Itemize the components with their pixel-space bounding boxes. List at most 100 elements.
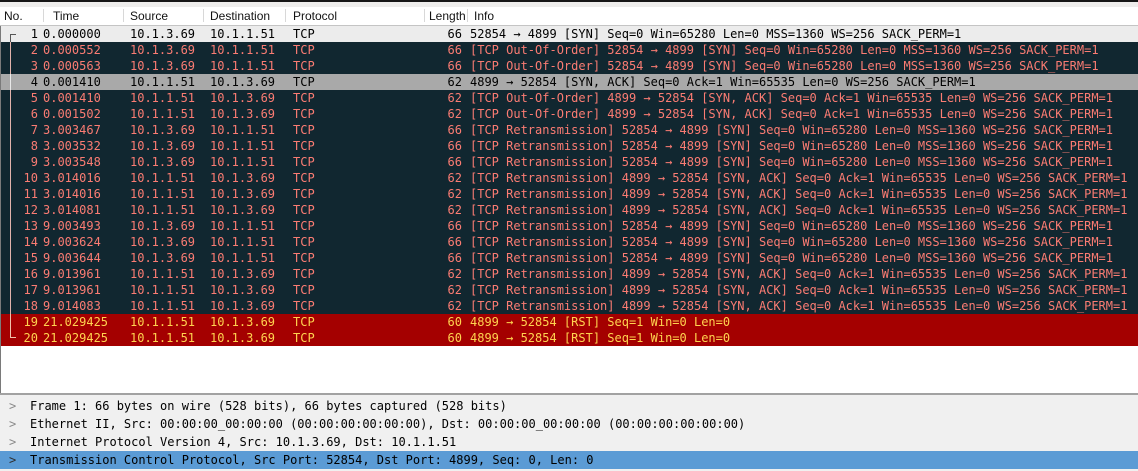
cell-no: 12 [23, 203, 38, 217]
cell-protocol: TCP [293, 91, 315, 105]
packet-list: 1 0.000000 10.1.3.69 10.1.1.51 TCP 66 52854 → … [0, 26, 1138, 346]
packet-row-5[interactable]: 5 0.001410 10.1.1.51 10.1.3.69 TCP 62 [TCP Out… [1, 90, 1138, 106]
cell-time: 9.014083 [43, 299, 101, 313]
cell-time: 3.003467 [43, 123, 101, 137]
packet-row-7[interactable]: 7 3.003467 10.1.3.69 10.1.1.51 TCP 66 [TCP Ret… [1, 122, 1138, 138]
cell-time: 0.000552 [43, 43, 101, 57]
cell-length: 66 [447, 219, 462, 233]
cell-destination: 10.1.3.69 [210, 331, 276, 345]
column-separator[interactable] [43, 9, 44, 22]
cell-source: 10.1.1.51 [130, 267, 196, 281]
packet-row-9[interactable]: 9 3.003548 10.1.3.69 10.1.1.51 TCP 66 [TCP Ret… [1, 154, 1138, 170]
cell-length: 66 [447, 27, 462, 41]
conversation-bracket [1, 234, 14, 250]
packet-row-18[interactable]: 18 9.014083 10.1.1.51 10.1.3.69 TCP 62 [TCP Re… [1, 298, 1138, 314]
packet-row-10[interactable]: 10 3.014016 10.1.1.51 10.1.3.69 TCP 62 [TCP Re… [1, 170, 1138, 186]
cell-no: 11 [23, 187, 38, 201]
cell-protocol: TCP [293, 123, 315, 137]
column-header-protocol[interactable]: Protocol [293, 9, 337, 23]
packet-row-17[interactable]: 17 9.013961 10.1.1.51 10.1.3.69 TCP 62 [TCP Re… [1, 282, 1138, 298]
cell-info: [TCP Retransmission] 52854 → 4899 [SYN] … [470, 251, 1113, 265]
cell-source: 10.1.3.69 [130, 43, 196, 57]
cell-destination: 10.1.3.69 [210, 315, 276, 329]
detail-tree-row[interactable]: > Transmission Control Protocol, Src Port… [0, 451, 1138, 469]
cell-time: 9.003493 [43, 219, 101, 233]
detail-tree-row[interactable]: > Frame 1: 66 bytes on wire (528 bits), 6… [0, 397, 1138, 415]
expand-chevron-icon[interactable]: > [0, 451, 23, 469]
column-separator[interactable] [285, 9, 286, 22]
packet-row-3[interactable]: 3 0.000563 10.1.3.69 10.1.1.51 TCP 66 [TCP Out… [1, 58, 1138, 74]
conversation-bracket [1, 282, 14, 298]
expand-chevron-icon[interactable]: > [0, 415, 23, 433]
cell-source: 10.1.1.51 [130, 107, 196, 121]
cell-length: 62 [447, 283, 462, 297]
cell-time: 3.014016 [43, 187, 101, 201]
packet-row-14[interactable]: 14 9.003624 10.1.3.69 10.1.1.51 TCP 66 [TCP Re… [1, 234, 1138, 250]
conversation-bracket [1, 202, 14, 218]
packet-row-4[interactable]: 4 0.001410 10.1.1.51 10.1.3.69 TCP 62 4899 → 5… [1, 74, 1138, 90]
cell-source: 10.1.1.51 [130, 91, 196, 105]
cell-destination: 10.1.1.51 [210, 59, 276, 73]
cell-no: 13 [23, 219, 38, 233]
expand-chevron-icon[interactable]: > [0, 397, 23, 415]
conversation-bracket [1, 122, 14, 138]
cell-protocol: TCP [293, 203, 315, 217]
cell-protocol: TCP [293, 251, 315, 265]
column-header-destination[interactable]: Destination [210, 9, 270, 23]
detail-tree-row[interactable]: > Internet Protocol Version 4, Src: 10.1.… [0, 433, 1138, 451]
column-separator[interactable] [203, 9, 204, 22]
column-header-length[interactable]: Length [429, 9, 466, 23]
cell-protocol: TCP [293, 75, 315, 89]
cell-length: 62 [447, 91, 462, 105]
cell-destination: 10.1.1.51 [210, 139, 276, 153]
cell-no: 5 [30, 91, 38, 105]
packet-row-2[interactable]: 2 0.000552 10.1.3.69 10.1.1.51 TCP 66 [TCP Out… [1, 42, 1138, 58]
cell-source: 10.1.3.69 [130, 59, 196, 73]
conversation-bracket [1, 90, 14, 106]
column-header-info[interactable]: Info [474, 9, 494, 23]
packet-row-13[interactable]: 13 9.003493 10.1.3.69 10.1.1.51 TCP 66 [TCP Re… [1, 218, 1138, 234]
expand-chevron-icon[interactable]: > [0, 433, 23, 451]
cell-destination: 10.1.1.51 [210, 155, 276, 169]
packet-row-1[interactable]: 1 0.000000 10.1.3.69 10.1.1.51 TCP 66 52854 → … [1, 26, 1138, 42]
cell-time: 9.013961 [43, 283, 101, 297]
column-header-time[interactable]: Time [53, 9, 79, 23]
packet-row-12[interactable]: 12 3.014081 10.1.1.51 10.1.3.69 TCP 62 [TCP Re… [1, 202, 1138, 218]
cell-info: [TCP Retransmission] 52854 → 4899 [SYN] … [470, 219, 1113, 233]
conversation-bracket [1, 26, 16, 42]
packet-row-8[interactable]: 8 3.003532 10.1.3.69 10.1.1.51 TCP 66 [TCP Ret… [1, 138, 1138, 154]
packet-row-15[interactable]: 15 9.003644 10.1.3.69 10.1.1.51 TCP 66 [TCP Re… [1, 250, 1138, 266]
column-separator[interactable] [467, 9, 468, 22]
conversation-bracket [1, 330, 16, 346]
cell-source: 10.1.3.69 [130, 155, 196, 169]
cell-protocol: TCP [293, 219, 315, 233]
column-separator[interactable] [123, 9, 124, 22]
packet-row-19[interactable]: 19 21.029425 10.1.1.51 10.1.3.69 TCP 60 4899 →… [1, 314, 1138, 330]
column-separator[interactable] [424, 9, 425, 22]
cell-destination: 10.1.1.51 [210, 219, 276, 233]
cell-protocol: TCP [293, 59, 315, 73]
column-header-source[interactable]: Source [130, 9, 168, 23]
cell-info: [TCP Retransmission] 4899 → 52854 [SYN, … [470, 171, 1128, 185]
packet-row-6[interactable]: 6 0.001502 10.1.1.51 10.1.3.69 TCP 62 [TCP Out… [1, 106, 1138, 122]
column-header-no[interactable]: No. [4, 9, 23, 23]
detail-row-text: Frame 1: 66 bytes on wire (528 bits), 66… [30, 399, 507, 413]
cell-no: 16 [23, 267, 38, 281]
packet-row-11[interactable]: 11 3.014016 10.1.1.51 10.1.3.69 TCP 62 [TCP Re… [1, 186, 1138, 202]
cell-protocol: TCP [293, 139, 315, 153]
cell-no: 2 [30, 43, 38, 57]
detail-tree-row[interactable]: > Ethernet II, Src: 00:00:00_00:00:00 (00… [0, 415, 1138, 433]
cell-length: 66 [447, 155, 462, 169]
cell-protocol: TCP [293, 283, 315, 297]
cell-destination: 10.1.3.69 [210, 299, 276, 313]
cell-destination: 10.1.3.69 [210, 267, 276, 281]
packet-list-header: No. Time Source Destination Protocol Len… [0, 7, 1138, 26]
cell-source: 10.1.3.69 [130, 139, 196, 153]
cell-destination: 10.1.3.69 [210, 171, 276, 185]
packet-row-20[interactable]: 20 21.029425 10.1.1.51 10.1.3.69 TCP 60 4899 →… [1, 330, 1138, 346]
cell-info: [TCP Retransmission] 4899 → 52854 [SYN, … [470, 299, 1128, 313]
packet-row-16[interactable]: 16 9.013961 10.1.1.51 10.1.3.69 TCP 62 [TCP Re… [1, 266, 1138, 282]
cell-info: [TCP Out-Of-Order] 52854 → 4899 [SYN] Se… [470, 43, 1099, 57]
cell-source: 10.1.1.51 [130, 283, 196, 297]
cell-source: 10.1.1.51 [130, 203, 196, 217]
